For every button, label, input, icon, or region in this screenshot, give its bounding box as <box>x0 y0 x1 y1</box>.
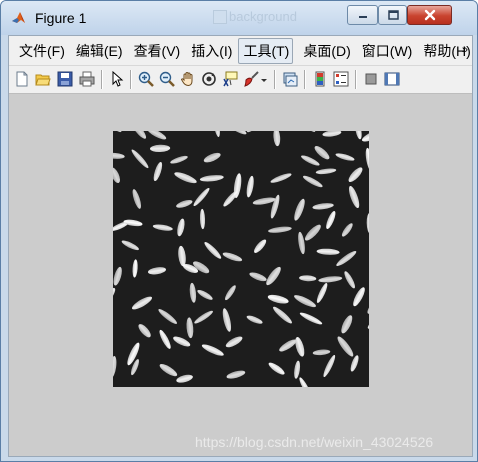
pointer-icon[interactable] <box>108 70 126 88</box>
menu-bar: 文件(F) 编辑(E) 查看(V) 插入(I) 工具(T) 桌面(D) 窗口(W… <box>9 36 472 66</box>
data-cursor-icon[interactable] <box>221 70 239 88</box>
menu-desktop[interactable]: 桌面(D) <box>293 39 351 63</box>
background-window-icon <box>213 10 227 24</box>
print-icon[interactable] <box>78 70 96 88</box>
brush-dropdown-icon[interactable] <box>260 70 268 88</box>
maximize-button[interactable] <box>378 5 407 25</box>
window-title: Figure 1 <box>35 10 87 26</box>
maximize-icon <box>387 10 399 20</box>
brush-icon[interactable] <box>242 70 260 88</box>
menu-insert[interactable]: 插入(I) <box>181 39 233 63</box>
figure-window: background Figure 1 文件(F) 编辑(E) 查看(V) 插入… <box>0 0 478 462</box>
title-bar[interactable]: background Figure 1 <box>1 1 477 35</box>
show-plot-tools-icon[interactable] <box>383 70 401 88</box>
menu-file[interactable]: 文件(F) <box>9 39 66 63</box>
menu-window[interactable]: 窗口(W) <box>352 39 414 63</box>
link-plot-icon[interactable] <box>281 70 299 88</box>
toolbar-separator <box>130 70 132 89</box>
hide-plot-tools-icon[interactable] <box>362 70 380 88</box>
minimize-icon <box>358 16 367 18</box>
zoom-in-icon[interactable] <box>137 70 155 88</box>
colorbar-icon[interactable] <box>311 70 329 88</box>
menu-overflow-icon[interactable]: » <box>462 44 468 56</box>
pan-hand-icon[interactable] <box>179 70 197 88</box>
figure-toolbar <box>9 66 472 94</box>
menu-tools[interactable]: 工具(T) <box>238 37 294 64</box>
matlab-logo-icon <box>12 12 25 23</box>
zoom-out-icon[interactable] <box>158 70 176 88</box>
minimize-button[interactable] <box>347 5 378 25</box>
close-button[interactable] <box>407 5 452 25</box>
background-window-title: background <box>229 9 297 24</box>
toolbar-separator <box>274 70 276 89</box>
rice-grains-image <box>113 131 369 387</box>
toolbar-separator <box>355 70 357 89</box>
watermark-text: https://blog.csdn.net/weixin_43024526 <box>195 434 434 450</box>
close-icon <box>424 9 435 21</box>
toolbar-separator <box>304 70 306 89</box>
new-figure-icon[interactable] <box>13 70 31 88</box>
legend-icon[interactable] <box>332 70 350 88</box>
figure-canvas <box>9 94 472 456</box>
rotate-3d-icon[interactable] <box>200 70 218 88</box>
menu-edit[interactable]: 编辑(E) <box>66 39 124 63</box>
save-icon[interactable] <box>56 70 74 88</box>
toolbar-separator <box>101 70 103 89</box>
menu-view[interactable]: 查看(V) <box>124 39 182 63</box>
open-file-icon[interactable] <box>34 70 52 88</box>
figure-client-area: 文件(F) 编辑(E) 查看(V) 插入(I) 工具(T) 桌面(D) 窗口(W… <box>8 35 473 457</box>
image-axes[interactable] <box>113 131 369 387</box>
